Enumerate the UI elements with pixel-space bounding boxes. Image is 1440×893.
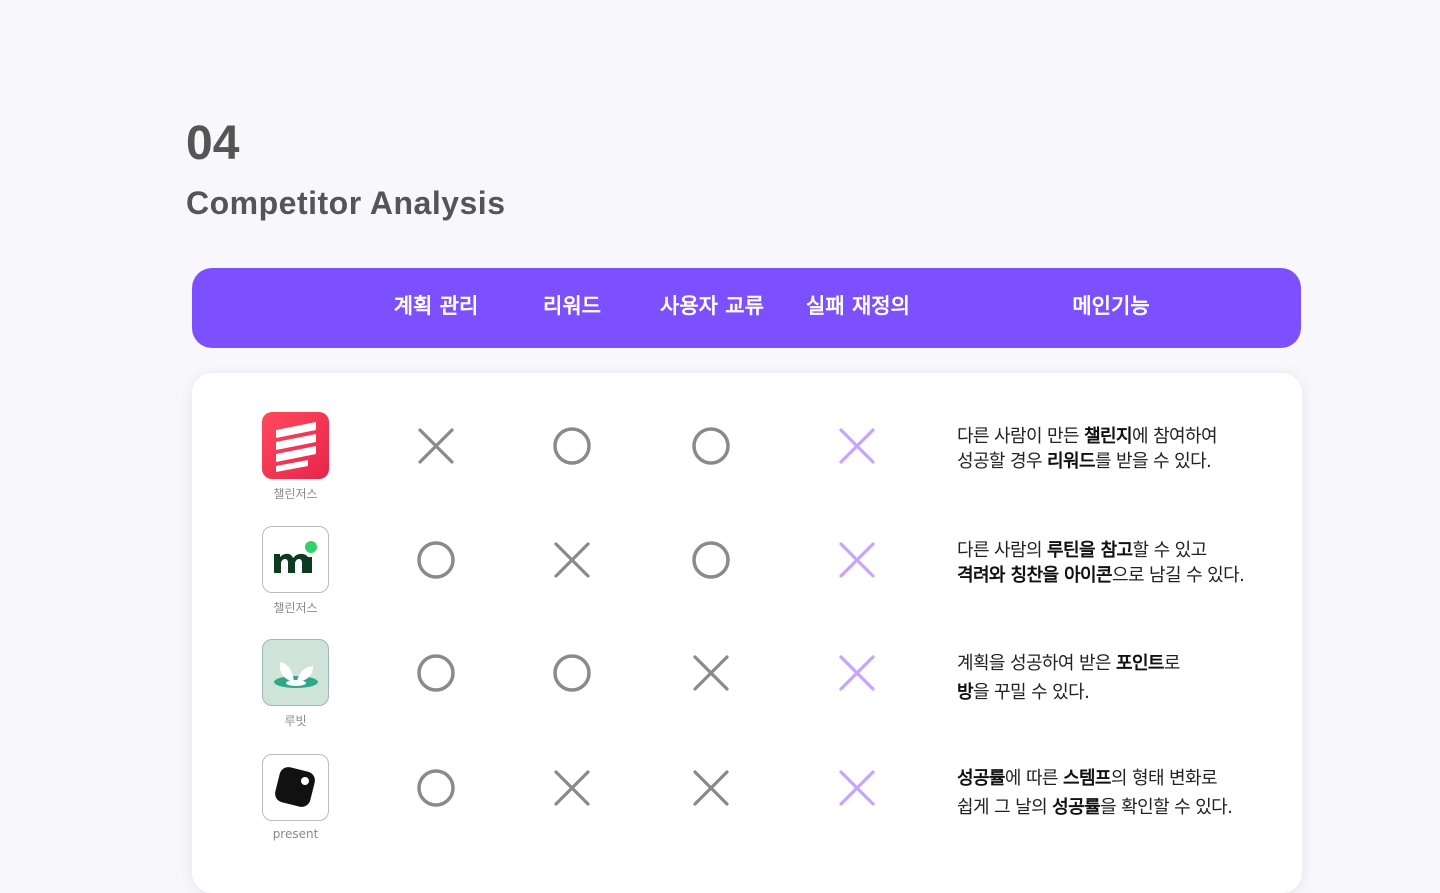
section-title: Competitor Analysis	[186, 185, 506, 221]
description-text: 에 따른	[1004, 768, 1064, 789]
highlight-text: 격려와 칭찬을 아이콘	[957, 565, 1113, 586]
table-row: 루빗 계획을 성공하여 받은 포인트로방을 꾸밀 수 있다.	[192, 639, 1302, 749]
description-text: 할 수 있고	[1132, 540, 1208, 561]
present-rounded-square-icon	[262, 754, 329, 821]
x-mark-icon-reward	[552, 540, 592, 580]
comparison-header-bar: 계획 관리 리워드 사용자 교류 실패 재정의 메인기능	[192, 268, 1301, 348]
description-text: 로	[1163, 653, 1181, 674]
x-mark-icon-reward	[552, 768, 592, 808]
highlight-text: 포인트	[1116, 653, 1164, 674]
x-mark-icon-failure-redefinition	[837, 653, 877, 693]
description-text: 다른 사람의	[957, 540, 1048, 561]
column-header-reward: 리워드	[543, 294, 601, 318]
description-text: 에 참여하여	[1131, 426, 1218, 447]
column-header-user-interaction: 사용자 교류	[660, 294, 764, 318]
app-name: 챌린저스	[273, 601, 318, 615]
description-line: 성공할 경우 리워드를 받을 수 있다.	[957, 449, 1287, 474]
circle-mark-icon-reward	[552, 653, 592, 693]
app-name: present	[272, 827, 319, 841]
column-header-failure-redefinition: 실패 재정의	[806, 294, 910, 318]
description-text: 쉽게 그 날의	[957, 797, 1053, 818]
highlight-text: 챌린지	[1084, 426, 1132, 447]
description-text: 계획을 성공하여 받은	[957, 653, 1117, 674]
mi-logo-icon	[262, 526, 329, 593]
description-line: 다른 사람이 만든 챌린지에 참여하여	[957, 424, 1287, 449]
description-text: 성공할 경우	[957, 451, 1048, 472]
circle-mark-icon-plan-management	[416, 653, 456, 693]
highlight-text: 스템프	[1063, 768, 1111, 789]
x-mark-icon-user-interaction	[691, 653, 731, 693]
app-cell: present	[262, 754, 329, 841]
column-header-plan-management: 계획 관리	[393, 294, 479, 318]
table-row: present 성공률에 따른 스템프의 형태 변화로 쉽게 그 날의 성공률을 …	[192, 754, 1302, 864]
circle-mark-icon-plan-management	[416, 768, 456, 808]
main-feature-description: 성공률에 따른 스템프의 형태 변화로 쉽게 그 날의 성공률을 확인할 수 있다…	[957, 766, 1287, 820]
main-feature-description: 계획을 성공하여 받은 포인트로방을 꾸밀 수 있다.	[957, 651, 1287, 705]
app-cell: 챌린저스	[262, 526, 329, 616]
circle-mark-icon-reward	[552, 426, 592, 466]
description-text: 으로 남길 수 있다.	[1111, 565, 1245, 586]
section-number: 04	[186, 117, 240, 170]
description-line: 성공률에 따른 스템프의 형태 변화로	[957, 766, 1287, 791]
main-feature-description: 다른 사람의 루틴을 참고할 수 있고 격려와 칭찬을 아이콘으로 남길 수 있다…	[957, 538, 1287, 588]
app-name: 루빗	[284, 714, 307, 728]
main-feature-description: 다른 사람이 만든 챌린지에 참여하여 성공할 경우 리워드를 받을 수 있다.	[957, 424, 1287, 474]
x-mark-icon-user-interaction	[691, 768, 731, 808]
x-mark-icon-plan-management	[416, 426, 456, 466]
description-line: 방을 꾸밀 수 있다.	[957, 680, 1287, 705]
highlight-text: 성공률	[957, 768, 1005, 789]
description-text: 다른 사람이 만든	[957, 426, 1085, 447]
highlight-text: 성공률	[1052, 797, 1101, 818]
highlight-text: 방	[957, 682, 974, 703]
circle-mark-icon-plan-management	[416, 540, 456, 580]
challengers-stripes-icon	[262, 412, 329, 479]
app-name: 챌린저스	[273, 487, 318, 501]
circle-mark-icon-user-interaction	[691, 540, 731, 580]
description-text: 를 받을 수 있다.	[1094, 451, 1212, 472]
app-cell: 루빗	[262, 639, 329, 729]
description-text: 을 확인할 수 있다.	[1100, 797, 1233, 818]
x-mark-icon-failure-redefinition	[837, 426, 877, 466]
rubit-sprout-icon	[262, 639, 329, 706]
circle-mark-icon-user-interaction	[691, 426, 731, 466]
description-text: 을 꾸밀 수 있다.	[972, 682, 1090, 703]
x-mark-icon-failure-redefinition	[837, 540, 877, 580]
description-line: 계획을 성공하여 받은 포인트로	[957, 651, 1287, 676]
table-row: 챌린저스 다른 사람이 만든 챌린지에 참여하여 성공할 경우 리워드를 받을 수…	[192, 412, 1302, 522]
description-line: 격려와 칭찬을 아이콘으로 남길 수 있다.	[957, 563, 1287, 588]
x-mark-icon-failure-redefinition	[837, 768, 877, 808]
highlight-text: 리워드	[1047, 451, 1095, 472]
app-cell: 챌린저스	[262, 412, 329, 502]
description-text: 의 형태 변화로	[1110, 768, 1218, 789]
highlight-text: 루틴을 참고	[1047, 540, 1133, 561]
description-line: 다른 사람의 루틴을 참고할 수 있고	[957, 538, 1287, 563]
table-row: 챌린저스 다른 사람의 루틴을 참고할 수 있고 격려와 칭찬을 아이콘으로 남길…	[192, 526, 1302, 636]
column-header-main-feature: 메인기능	[1072, 294, 1150, 318]
comparison-table-card: 챌린저스 다른 사람이 만든 챌린지에 참여하여 성공할 경우 리워드를 받을 수…	[192, 373, 1302, 893]
description-line: 쉽게 그 날의 성공률을 확인할 수 있다.	[957, 795, 1287, 820]
